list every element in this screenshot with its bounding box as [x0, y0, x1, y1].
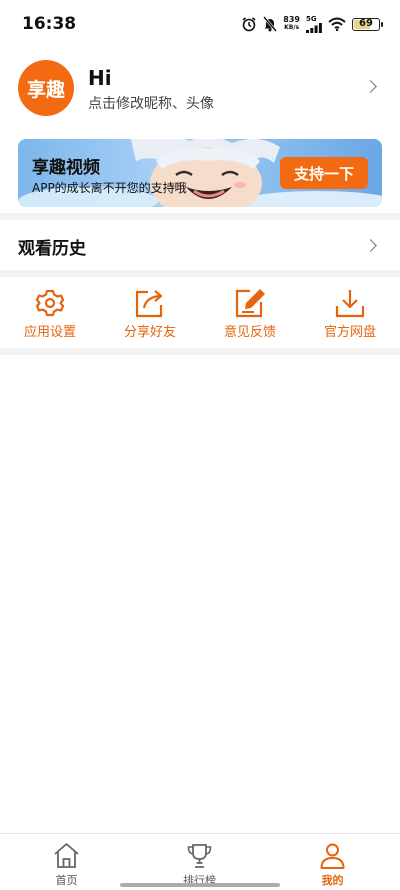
bottom-tab-bar: 首页 排行榜 我的	[0, 833, 400, 890]
home-indicator[interactable]	[120, 883, 280, 887]
support-button[interactable]: 支持一下	[280, 157, 368, 189]
wifi-icon	[328, 17, 346, 31]
tab-label: 首页	[55, 874, 78, 887]
watch-history-row[interactable]: 观看历史	[0, 220, 400, 270]
banner-title: 享趣视频	[32, 158, 100, 178]
alarm-icon	[242, 17, 256, 32]
battery-icon: 69	[352, 17, 383, 31]
action-feedback[interactable]: 意见反馈	[200, 288, 300, 346]
section-divider	[0, 213, 400, 220]
support-banner[interactable]: 享趣视频 APP的成长离不开您的支持哦 支持一下	[18, 139, 382, 207]
battery-tip	[381, 21, 383, 27]
tab-ranking[interactable]: 排行榜	[133, 834, 266, 890]
gear-icon	[35, 289, 65, 317]
home-icon	[54, 843, 79, 868]
signal-icon	[306, 22, 322, 33]
profile-subtitle: 点击修改昵称、头像	[88, 96, 214, 112]
net-speed: 839 KB/s	[283, 16, 300, 32]
action-label: 分享好友	[123, 325, 176, 340]
action-cloud-drive[interactable]: 官方网盘	[300, 288, 400, 346]
net-speed-unit: KB/s	[284, 24, 300, 31]
battery-level: 69	[359, 17, 373, 29]
network-type: 5G	[306, 14, 317, 23]
cellular: 5G	[306, 14, 322, 33]
quick-actions: 应用设置 分享好友 意见反馈 官方网盘	[0, 288, 400, 346]
net-speed-value: 839	[283, 15, 300, 24]
tab-home[interactable]: 首页	[0, 834, 133, 890]
trophy-icon	[187, 844, 212, 868]
tab-label: 我的	[321, 874, 344, 887]
download-icon	[335, 290, 365, 318]
watch-history-label: 观看历史	[18, 239, 86, 259]
profile-name: Hi	[88, 66, 112, 90]
chevron-right-icon	[364, 80, 377, 93]
share-icon	[135, 290, 163, 318]
status-icons: 839 KB/s 5G 69	[241, 14, 383, 34]
action-label: 应用设置	[23, 325, 76, 340]
edit-icon	[235, 289, 265, 318]
chevron-right-icon	[364, 239, 377, 252]
tab-mine[interactable]: 我的	[266, 834, 399, 890]
profile-row[interactable]: 享趣 Hi 点击修改昵称、头像	[0, 58, 400, 120]
action-settings[interactable]: 应用设置	[0, 288, 100, 346]
status-time: 16:38	[22, 14, 77, 34]
banner-subtitle: APP的成长离不开您的支持哦	[32, 181, 187, 195]
status-bar: 16:38 839 KB/s 5G 69	[0, 0, 400, 48]
section-divider	[0, 270, 400, 277]
avatar[interactable]: 享趣	[18, 60, 74, 116]
action-label: 官方网盘	[323, 325, 376, 340]
action-label: 意见反馈	[223, 325, 276, 340]
section-divider	[0, 348, 400, 355]
action-share[interactable]: 分享好友	[100, 288, 200, 346]
user-icon	[320, 843, 345, 869]
mute-icon	[263, 16, 278, 32]
